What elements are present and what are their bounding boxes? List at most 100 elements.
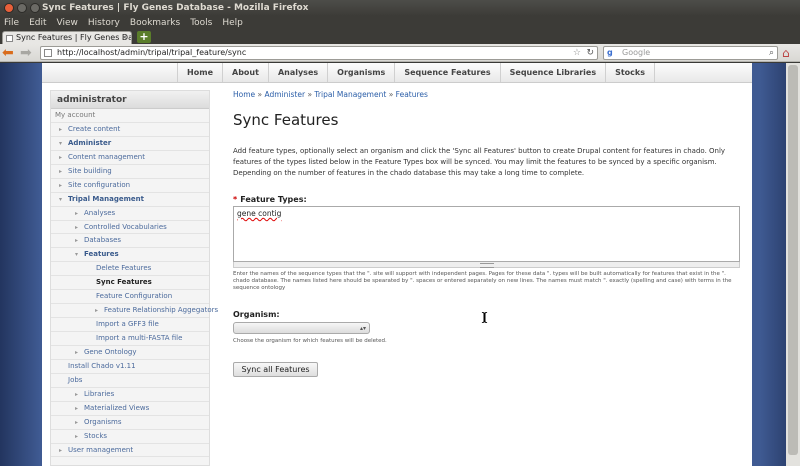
collapsed-arrow-icon: ▸ [75, 390, 79, 398]
sidebar-item-label: Sync Features [96, 278, 152, 287]
search-icon[interactable]: ⌕ [769, 47, 774, 59]
sidebar-item-label: Materialized Views [84, 403, 150, 412]
google-search-engine-icon[interactable]: g [607, 47, 613, 59]
menu-help[interactable]: Help [222, 16, 243, 30]
sidebar-item-label: Delete Features [96, 264, 152, 273]
sync-all-features-button[interactable]: Sync all Features [233, 362, 318, 377]
sidebar-item-features[interactable]: ▾ Features [51, 248, 209, 263]
sidebar-item-gene-ontology[interactable]: ▸ Gene Ontology [51, 346, 209, 360]
page-viewport: Home About Analyses Organisms Sequence Featu… [0, 63, 800, 466]
sidebar-item-label: Site building [68, 166, 112, 175]
sidebar-item-user-management[interactable]: ▸ User management [51, 444, 209, 458]
sidebar-item-label: Stocks [84, 431, 108, 440]
collapsed-arrow-icon: ▸ [75, 418, 79, 426]
browser-tab[interactable]: Sync Features | Fly Genes Data... ✕ [2, 31, 132, 44]
collapsed-arrow-icon: ▸ [95, 307, 99, 315]
tab-title: Sync Features | Fly Genes Data... [16, 33, 131, 42]
sidebar-item-content-management[interactable]: ▸ Content management [51, 151, 209, 165]
sidebar-title: administrator [51, 91, 209, 109]
expanded-arrow-icon: ▾ [75, 251, 79, 259]
sidebar-item-controlled-vocabularies[interactable]: ▸ Controlled Vocabularies [51, 221, 209, 235]
sidebar-item-databases[interactable]: ▸ Databases [51, 234, 209, 249]
site-identity-icon[interactable] [44, 49, 52, 57]
collapsed-arrow-icon: ▸ [75, 223, 79, 231]
forward-arrow-icon[interactable]: ➡ [20, 45, 32, 61]
sidebar-item-label: Site configuration [68, 180, 131, 189]
sidebar-item-delete-features[interactable]: Delete Features [51, 262, 209, 277]
textarea-resize-grip[interactable] [233, 262, 740, 268]
sidebar-item-administer[interactable]: ▾ Administer [51, 137, 209, 151]
search-bar[interactable]: g Google ⌕ [603, 46, 778, 60]
window-close-icon[interactable] [4, 3, 14, 13]
sidebar-item-label: Install Chado v1.11 [68, 361, 136, 370]
menubar: File Edit View History Bookmarks Tools Help [0, 16, 800, 30]
breadcrumb-link[interactable]: Home [233, 90, 255, 99]
menu-edit[interactable]: Edit [29, 16, 46, 30]
sidebar-item-label: Jobs [68, 375, 83, 384]
sidebar-item-organisms[interactable]: ▸ Organisms [51, 416, 209, 430]
sidebar-item-feature-configuration[interactable]: Feature Configuration [51, 290, 209, 305]
menu-bookmarks[interactable]: Bookmarks [130, 16, 180, 30]
sidebar-item-import-a-multi-fasta-file[interactable]: Import a multi-FASTA file [51, 332, 209, 346]
sidebar-item-sync-features[interactable]: Sync Features [51, 276, 209, 291]
bookmark-star-icon[interactable]: ☆ [573, 47, 581, 59]
sidebar-item-stocks[interactable]: ▸ Stocks [51, 430, 209, 444]
breadcrumb-link[interactable]: Features [396, 90, 428, 99]
organism-select[interactable]: ▴▾ [233, 322, 370, 334]
sidebar-item-feature-relationship-aggegators[interactable]: ▸ Feature Relationship Aggegators [51, 304, 218, 319]
window-minimize-icon[interactable] [17, 3, 27, 13]
sidebar-item-label: Organisms [84, 417, 122, 426]
window-maximize-icon[interactable] [30, 3, 40, 13]
sidebar-item-label: Feature Relationship Aggegators [104, 306, 219, 315]
sidebar-item-analyses[interactable]: ▸ Analyses [51, 207, 209, 221]
nav-home[interactable]: Home [177, 63, 222, 82]
sidebar-item-label: Libraries [84, 389, 115, 398]
sidebar-item-tripal-management[interactable]: ▾ Tripal Management [51, 193, 209, 207]
sidebar-item-import-a-gff3-file[interactable]: Import a GFF3 file [51, 318, 209, 332]
menu-view[interactable]: View [57, 16, 78, 30]
collapsed-arrow-icon: ▸ [59, 167, 63, 175]
menu-history[interactable]: History [88, 16, 120, 30]
collapsed-arrow-icon: ▸ [75, 237, 79, 245]
nav-sequence-features[interactable]: Sequence Features [394, 63, 499, 82]
sidebar-item-libraries[interactable]: ▸ Libraries [51, 388, 209, 402]
sidebar-item-materialized-views[interactable]: ▸ Materialized Views [51, 402, 209, 416]
collapsed-arrow-icon: ▸ [75, 404, 79, 412]
collapsed-arrow-icon: ▸ [75, 348, 79, 356]
organism-help: Choose the organism for which features w… [233, 338, 387, 344]
sidebar-item-site-building[interactable]: ▸ Site building [51, 165, 209, 179]
url-bar[interactable]: http://localhost/admin/tripal/tripal_fea… [40, 46, 598, 60]
sidebar-item-create-content[interactable]: ▸ Create content [51, 123, 209, 137]
sidebar-item-jobs[interactable]: Jobs [51, 374, 209, 388]
page-scrollbar[interactable] [752, 63, 800, 466]
nav-analyses[interactable]: Analyses [267, 63, 327, 82]
nav-sequence-libraries[interactable]: Sequence Libraries [499, 63, 605, 82]
primary-navigation: Home About Analyses Organisms Sequence Featu… [42, 63, 752, 83]
nav-about[interactable]: About [222, 63, 268, 82]
new-tab-button[interactable]: + [137, 31, 151, 43]
admin-sidebar: administrator My account ▸ Create content ▾… [50, 90, 218, 466]
breadcrumb-link[interactable]: Tripal Management [314, 90, 386, 99]
nav-stocks[interactable]: Stocks [605, 63, 655, 82]
page-content: Home About Analyses Organisms Sequence Featu… [42, 63, 752, 466]
sidebar-item-label: Create content [68, 124, 121, 133]
sidebar-item-my-account[interactable]: My account [51, 109, 209, 123]
nav-organisms[interactable]: Organisms [327, 63, 394, 82]
window-title: Sync Features | Fly Genes Database - Moz… [42, 3, 309, 13]
breadcrumb-link[interactable]: Administer [265, 90, 306, 99]
sidebar-item-label: User management [68, 445, 134, 454]
back-arrow-icon[interactable]: ⬅ [2, 45, 14, 61]
menu-tools[interactable]: Tools [190, 16, 212, 30]
tab-strip: Sync Features | Fly Genes Data... ✕ + [0, 30, 800, 44]
sidebar-item-install-chado-v1-11[interactable]: Install Chado v1.11 [51, 360, 209, 374]
collapsed-arrow-icon: ▸ [59, 446, 63, 454]
menu-file[interactable]: File [4, 16, 19, 30]
sidebar-item-site-configuration[interactable]: ▸ Site configuration [51, 179, 209, 193]
home-icon[interactable]: ⌂ [782, 46, 790, 60]
organism-label: Organism: [233, 310, 280, 319]
sidebar-item-label: Import a multi-FASTA file [96, 334, 183, 342]
feature-types-textarea[interactable]: gene contig [233, 206, 740, 262]
reload-icon[interactable]: ↻ [586, 47, 594, 59]
url-text: http://localhost/admin/tripal/tripal_fea… [57, 48, 247, 57]
close-tab-icon[interactable]: ✕ [121, 32, 128, 44]
